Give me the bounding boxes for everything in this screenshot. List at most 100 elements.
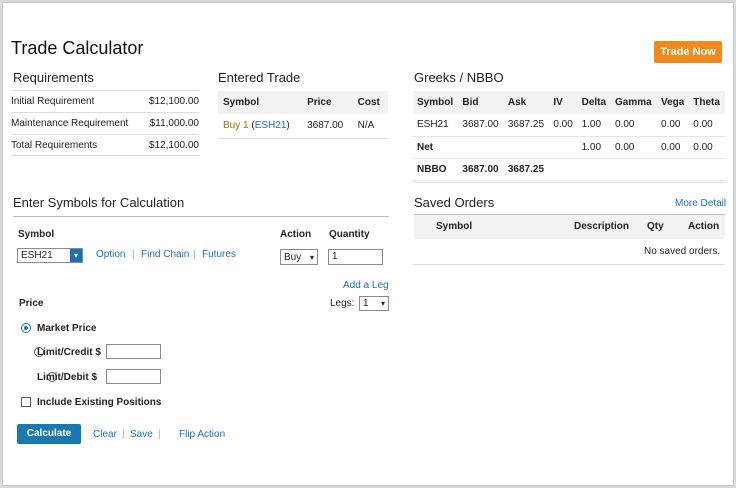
flip-action-link[interactable]: Flip Action bbox=[179, 429, 225, 440]
legs-label: Legs: bbox=[330, 298, 355, 309]
cell: Net bbox=[413, 136, 459, 159]
cell bbox=[577, 158, 611, 181]
table-row: ESH21 3687.00 3687.25 0.00 1.00 0.00 0.0… bbox=[413, 114, 725, 137]
column-header: Ask bbox=[503, 91, 550, 114]
action-select-value: Buy bbox=[284, 251, 302, 263]
requirement-value: $11,000.00 bbox=[149, 118, 199, 129]
cell: 0.00 bbox=[611, 136, 657, 159]
cell: 0.00 bbox=[611, 114, 657, 137]
cell bbox=[689, 158, 725, 181]
requirement-value: $12,100.00 bbox=[148, 140, 199, 151]
column-header: Symbol bbox=[218, 91, 303, 114]
separator: | bbox=[132, 249, 135, 260]
trade-cost: N/A bbox=[352, 114, 388, 139]
requirement-label: Initial Requirement bbox=[11, 96, 95, 107]
cell bbox=[549, 136, 578, 159]
divider bbox=[414, 264, 725, 265]
action-header: Action bbox=[280, 229, 312, 240]
cell: 0.00 bbox=[657, 136, 690, 159]
price-label: Price bbox=[19, 298, 44, 309]
symbol-select[interactable]: ESH21 ▾ bbox=[17, 248, 83, 263]
entered-trade-heading: Entered Trade bbox=[218, 70, 301, 85]
action-select[interactable]: Buy ▾ bbox=[280, 249, 318, 265]
page-title: Trade Calculator bbox=[11, 38, 144, 58]
divider bbox=[13, 216, 389, 217]
requirement-row: Total Requirements $12,100.00 bbox=[11, 134, 199, 156]
option-link[interactable]: Option bbox=[96, 249, 125, 260]
cell bbox=[549, 158, 578, 181]
limit-debit-label: Limit/Debit $ bbox=[37, 372, 98, 383]
chevron-down-icon: ▾ bbox=[380, 299, 385, 308]
greeks-table: Symbol Bid Ask IV Delta Gamma Vega Theta… bbox=[413, 91, 725, 181]
trade-symbol-link[interactable]: ESH21 bbox=[255, 120, 287, 131]
limit-credit-input[interactable] bbox=[106, 344, 161, 359]
limit-credit-label: Limit/Credit $ bbox=[37, 347, 101, 358]
add-leg-link[interactable]: Add a Leg bbox=[343, 280, 389, 291]
cell: 0.00 bbox=[657, 114, 690, 137]
market-price-radio[interactable] bbox=[21, 323, 31, 333]
saved-orders-heading: Saved Orders bbox=[414, 195, 495, 210]
cell bbox=[458, 136, 504, 159]
chevron-down-icon: ▾ bbox=[70, 249, 82, 262]
trade-action: Buy 1 bbox=[223, 120, 249, 132]
clear-link[interactable]: Clear bbox=[93, 429, 117, 440]
requirement-label: Total Requirements bbox=[11, 140, 98, 151]
legs-select-value: 1 bbox=[363, 298, 369, 309]
saved-orders-header-row: Symbol Description Qty Action bbox=[414, 215, 725, 239]
column-header: Gamma bbox=[611, 91, 657, 114]
cell: 3687.00 bbox=[458, 114, 504, 137]
column-header: Theta bbox=[689, 91, 725, 114]
table-row: Net 1.00 0.00 0.00 0.00 bbox=[413, 136, 725, 159]
requirement-row: Initial Requirement $12,100.00 bbox=[11, 90, 199, 112]
calc-heading: Enter Symbols for Calculation bbox=[13, 195, 185, 210]
more-detail-link[interactable]: More Detail bbox=[675, 198, 726, 209]
legs-select[interactable]: 1 ▾ bbox=[359, 296, 389, 311]
close-paren: ) bbox=[286, 120, 290, 132]
find-chain-link[interactable]: Find Chain bbox=[141, 249, 189, 260]
column-header: Delta bbox=[577, 91, 611, 114]
cell bbox=[503, 136, 550, 159]
requirements-heading: Requirements bbox=[13, 70, 94, 85]
symbol-header: Symbol bbox=[18, 229, 55, 240]
trade-calculator-window bbox=[2, 2, 734, 486]
trade-price: 3687.00 bbox=[302, 114, 353, 139]
cell: 3687.00 bbox=[458, 158, 504, 181]
save-link[interactable]: Save bbox=[130, 429, 153, 440]
cell: 1.00 bbox=[577, 114, 611, 137]
limit-debit-input[interactable] bbox=[106, 369, 161, 384]
column-header: Qty bbox=[647, 221, 664, 232]
saved-orders-empty: No saved orders. bbox=[644, 246, 721, 257]
column-header: IV bbox=[549, 91, 578, 114]
divider bbox=[414, 182, 725, 183]
cell: 1.00 bbox=[577, 136, 611, 159]
chevron-down-icon: ▾ bbox=[309, 252, 314, 262]
requirement-row: Maintenance Requirement $11,000.00 bbox=[11, 112, 199, 134]
cell: 3687.25 bbox=[503, 114, 550, 137]
column-header: Bid bbox=[458, 91, 504, 114]
trade-now-button[interactable]: Trade Now bbox=[654, 41, 722, 63]
column-header: Description bbox=[574, 221, 630, 232]
futures-link[interactable]: Futures bbox=[202, 249, 236, 260]
market-price-label: Market Price bbox=[37, 323, 97, 334]
column-header: Price bbox=[302, 91, 353, 114]
column-header: Vega bbox=[657, 91, 690, 114]
requirement-value: $12,100.00 bbox=[148, 96, 199, 107]
column-header: Symbol bbox=[413, 91, 459, 114]
separator: | bbox=[122, 429, 125, 440]
cell bbox=[657, 158, 690, 181]
column-header: Action bbox=[688, 221, 720, 232]
quantity-input[interactable]: 1 bbox=[328, 249, 383, 265]
calculate-button[interactable]: Calculate bbox=[17, 424, 81, 444]
requirement-label: Maintenance Requirement bbox=[11, 118, 129, 129]
entered-trade-table: Symbol Price Cost Buy 1 (ESH21) 3687.00 … bbox=[218, 91, 388, 139]
cell bbox=[611, 158, 657, 181]
cell: NBBO bbox=[413, 158, 459, 181]
cell: 0.00 bbox=[689, 114, 725, 137]
requirements-table: Initial Requirement $12,100.00 Maintenan… bbox=[11, 90, 199, 156]
cell: 0.00 bbox=[689, 136, 725, 159]
separator: | bbox=[193, 249, 196, 260]
greeks-heading: Greeks / NBBO bbox=[414, 70, 504, 85]
quantity-header: Quantity bbox=[329, 229, 370, 240]
include-existing-checkbox[interactable] bbox=[21, 397, 31, 407]
table-row: NBBO 3687.00 3687.25 bbox=[413, 158, 725, 181]
